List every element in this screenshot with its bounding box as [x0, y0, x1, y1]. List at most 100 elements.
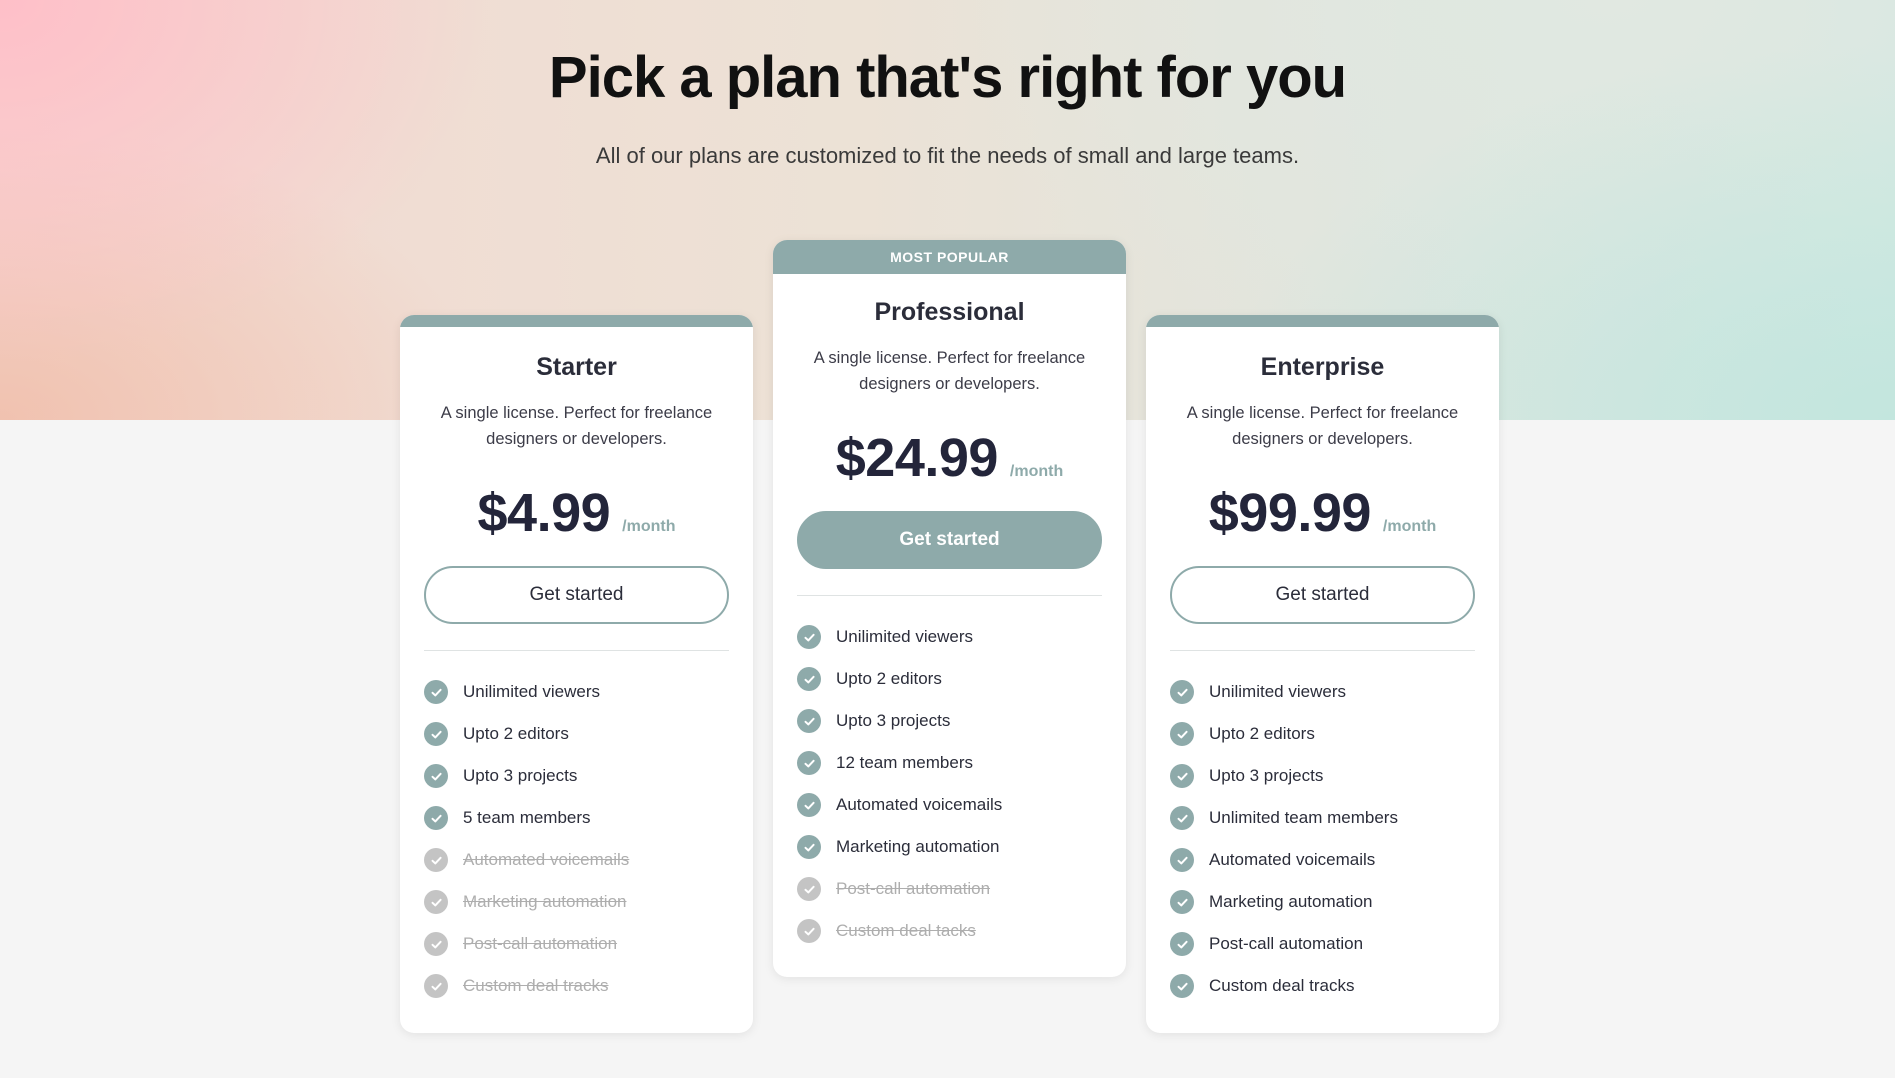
feature-label: Automated voicemails: [1209, 850, 1376, 869]
divider: [1170, 650, 1475, 651]
feature-label: Marketing automation: [463, 892, 627, 911]
feature-label: Upto 3 projects: [463, 766, 578, 785]
divider: [797, 595, 1102, 596]
feature-label: Post-call automation: [1209, 934, 1364, 953]
check-icon: [424, 764, 448, 788]
feature-item: Unilimited viewers: [797, 616, 1102, 658]
plan-name: Enterprise: [1260, 353, 1385, 381]
plan-description: A single license. Perfect for freelance …: [440, 404, 713, 448]
feature-item: Upto 3 projects: [1170, 755, 1475, 797]
check-icon: [424, 932, 448, 956]
check-icon: [797, 709, 821, 733]
feature-label: Unlimited team members: [1209, 808, 1398, 827]
feature-item: Upto 2 editors: [1170, 713, 1475, 755]
feature-label: Custom deal tracks: [1209, 976, 1355, 995]
feature-item: Marketing automation: [424, 881, 729, 923]
feature-list: Unilimited viewers Upto 2 editors Upto 3 p…: [1170, 671, 1475, 1007]
check-icon: [1170, 680, 1194, 704]
check-icon: [797, 793, 821, 817]
feature-item: Upto 3 projects: [797, 700, 1102, 742]
feature-item: Upto 3 projects: [424, 755, 729, 797]
get-started-button-professional[interactable]: Get started: [797, 511, 1102, 569]
price-period: /month: [1382, 518, 1437, 535]
check-icon: [797, 751, 821, 775]
check-icon: [1170, 974, 1194, 998]
page-title: Pick a plan that's right for you: [548, 45, 1347, 110]
check-icon: [1170, 764, 1194, 788]
feature-item: Upto 2 editors: [797, 658, 1102, 700]
feature-item: Unlimited team members: [1170, 797, 1475, 839]
feature-label: Marketing automation: [1209, 892, 1373, 911]
price-period: /month: [622, 518, 676, 535]
feature-label: 5 team members: [463, 808, 591, 827]
get-started-button-starter[interactable]: Get started: [424, 566, 729, 624]
feature-label: Unilimited viewers: [1209, 682, 1346, 701]
feature-item: Custom deal tracks: [1170, 965, 1475, 1007]
feature-list: Unilimited viewers Upto 2 editors Upto 3 p…: [424, 671, 729, 1007]
feature-label: Upto 2 editors: [836, 669, 942, 688]
feature-item: Automated voicemails: [1170, 839, 1475, 881]
check-icon: [424, 974, 448, 998]
feature-label: Automated voicemails: [836, 795, 1003, 814]
price-row: $24.99 /month: [797, 427, 1102, 489]
plan-name: Starter: [536, 353, 617, 381]
most-popular-badge: MOST POPULAR: [773, 240, 1126, 274]
plan-price: $4.99: [477, 483, 611, 543]
get-started-button-enterprise[interactable]: Get started: [1170, 566, 1475, 624]
price-row: $4.99 /month: [424, 482, 729, 544]
feature-item: Upto 2 editors: [424, 713, 729, 755]
check-icon: [797, 877, 821, 901]
plan-description: A single license. Perfect for freelance …: [813, 349, 1086, 393]
price-row: $99.99 /month: [1170, 482, 1475, 544]
price-period: /month: [1009, 463, 1064, 480]
feature-item: Post-call automation: [797, 868, 1102, 910]
check-icon: [424, 680, 448, 704]
plan-price: $99.99: [1208, 483, 1372, 543]
feature-item: Post-call automation: [1170, 923, 1475, 965]
feature-label: 12 team members: [836, 753, 973, 772]
feature-list: Unilimited viewers Upto 2 editors Upto 3 p…: [797, 616, 1102, 952]
divider: [424, 650, 729, 651]
plan-card-starter: Starter A single license. Perfect for fr…: [400, 315, 753, 1033]
page-subtitle: All of our plans are customized to fit t…: [595, 143, 1300, 168]
feature-label: Automated voicemails: [463, 850, 630, 869]
feature-label: Post-call automation: [463, 934, 618, 953]
feature-item: 12 team members: [797, 742, 1102, 784]
check-icon: [797, 919, 821, 943]
feature-item: Post-call automation: [424, 923, 729, 965]
feature-item: Marketing automation: [1170, 881, 1475, 923]
feature-item: Unilimited viewers: [1170, 671, 1475, 713]
feature-item: Unilimited viewers: [424, 671, 729, 713]
feature-label: Upto 3 projects: [1209, 766, 1324, 785]
check-icon: [1170, 848, 1194, 872]
feature-label: Custom deal tacks: [836, 921, 976, 940]
check-icon: [424, 848, 448, 872]
feature-item: Custom deal tracks: [424, 965, 729, 1007]
plan-card-enterprise: Enterprise A single license. Perfect for…: [1146, 315, 1499, 1033]
feature-label: Marketing automation: [836, 837, 1000, 856]
card-top-bar: [400, 315, 753, 327]
feature-item: Automated voicemails: [797, 784, 1102, 826]
check-icon: [797, 835, 821, 859]
check-icon: [424, 806, 448, 830]
feature-item: Custom deal tacks: [797, 910, 1102, 952]
feature-item: Marketing automation: [797, 826, 1102, 868]
plan-card-professional: MOST POPULAR Professional A single licen…: [773, 240, 1126, 977]
feature-label: Unilimited viewers: [463, 682, 600, 701]
plan-price: $24.99: [835, 428, 999, 488]
feature-label: Upto 3 projects: [836, 711, 951, 730]
check-icon: [1170, 806, 1194, 830]
check-icon: [424, 722, 448, 746]
feature-label: Post-call automation: [836, 879, 991, 898]
card-top-bar: [1146, 315, 1499, 327]
check-icon: [424, 890, 448, 914]
plan-name: Professional: [874, 298, 1025, 326]
check-icon: [797, 667, 821, 691]
feature-label: Upto 2 editors: [463, 724, 569, 743]
feature-item: Automated voicemails: [424, 839, 729, 881]
feature-label: Upto 2 editors: [1209, 724, 1315, 743]
feature-item: 5 team members: [424, 797, 729, 839]
check-icon: [797, 625, 821, 649]
feature-label: Custom deal tracks: [463, 976, 609, 995]
check-icon: [1170, 932, 1194, 956]
